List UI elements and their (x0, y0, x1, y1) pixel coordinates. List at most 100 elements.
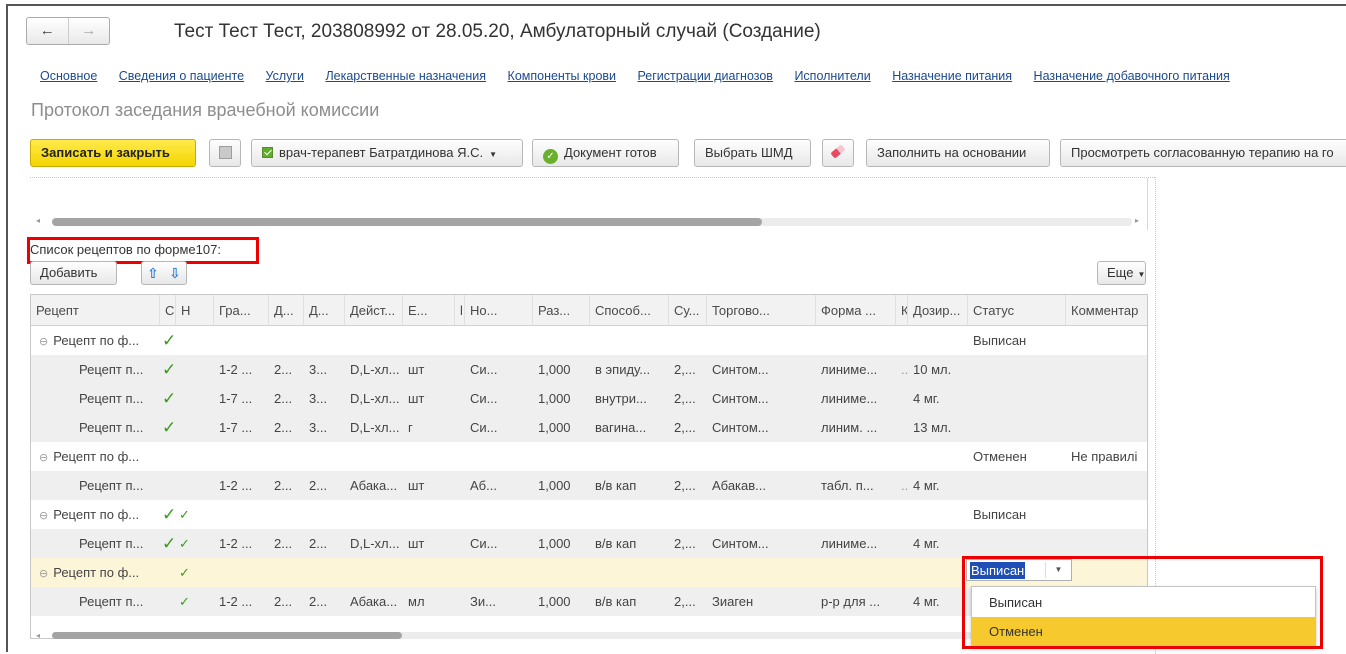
checkbox-icon[interactable] (262, 147, 273, 158)
column-header[interactable]: Гра... (214, 295, 269, 325)
scroll-left-icon[interactable]: ◂ (36, 631, 40, 640)
table-cell: в/в кап (595, 594, 637, 609)
h-scrollbar[interactable] (52, 218, 762, 226)
scroll-left-icon[interactable]: ◂ (36, 216, 40, 225)
column-header[interactable]: Н (176, 295, 214, 325)
column-header[interactable]: Дейст... (345, 295, 403, 325)
add-button[interactable]: Добавить (30, 261, 117, 285)
link-diagnoses[interactable]: Регистрации диагнозов (638, 69, 773, 83)
link-drug-prescriptions[interactable]: Лекарственные назначения (325, 69, 486, 83)
table-row[interactable]: Рецепт п... ✓ ✓ 1-2 ... 2... 2... D,L-хл... шт С… (31, 529, 1147, 558)
column-header[interactable]: Раз... (533, 295, 590, 325)
table-cell-wrap: Не правилі (1071, 442, 1147, 471)
table-cell: Рецепт п... (79, 420, 144, 435)
table-cell-wrap (674, 558, 708, 587)
link-services[interactable]: Услуги (266, 69, 304, 83)
table-cell-wrap (674, 500, 708, 529)
table-row[interactable]: Рецепт п... ✓ 1-2 ... 2... 3... D,L-хл... шт Си… (31, 355, 1147, 384)
table-row[interactable]: Рецепт п... ✓ 1-7 ... 2... 3... D,L-хл... шт Си… (31, 384, 1147, 413)
table-cell-wrap: 3... (309, 355, 346, 384)
table-cell-wrap: Си... (470, 529, 534, 558)
table-cell-wrap: ✓ (162, 355, 174, 384)
fill-based-button[interactable]: Заполнить на основании (866, 139, 1050, 167)
collapse-icon[interactable]: ⊖ (39, 452, 48, 464)
doctor-select[interactable]: врач-терапевт Батратдинова Я.С. ▼ (251, 139, 523, 167)
column-header[interactable]: Торгово... (707, 295, 816, 325)
column-header[interactable]: Дозир... (908, 295, 968, 325)
group-row[interactable]: ⊖ Рецепт по ф... ✓ ✓ Выписан (31, 500, 1147, 529)
h-scrollbar[interactable] (52, 632, 402, 639)
group-row[interactable]: ⊖ Рецепт по ф... ✓ Выписан (31, 326, 1147, 355)
table-cell-wrap (408, 558, 456, 587)
link-extra-nutrition[interactable]: Назначение добавочного питания (1034, 69, 1230, 83)
table-cell-wrap (408, 442, 456, 471)
table-cell: 2,... (674, 362, 696, 377)
table-cell-wrap (350, 326, 404, 355)
column-header[interactable]: Рецепт (31, 295, 160, 325)
table-cell-wrap (821, 558, 897, 587)
scroll-right-icon[interactable]: ▸ (1135, 216, 1139, 225)
collapse-icon[interactable]: ⊖ (39, 336, 48, 348)
link-performers[interactable]: Исполнители (794, 69, 870, 83)
table-cell-wrap (179, 442, 213, 471)
table-cell: 1,000 (538, 536, 571, 551)
table-cell: 1,000 (538, 478, 571, 493)
table-cell: 1-2 ... (219, 362, 253, 377)
table-cell-wrap: Абака... (350, 471, 404, 500)
link-nutrition[interactable]: Назначение питания (892, 69, 1012, 83)
table-cell-wrap (913, 442, 969, 471)
column-header[interactable]: К (896, 295, 908, 325)
arrow-up-icon[interactable]: ⇧ (142, 262, 164, 284)
table-cell-wrap: 1-7 ... (219, 413, 270, 442)
table-cell-wrap (538, 558, 591, 587)
table-cell: шт (408, 478, 425, 493)
table-cell: линиме... (821, 536, 878, 551)
choose-shmd-button[interactable]: Выбрать ШМД (694, 139, 811, 167)
view-therapy-button[interactable]: Просмотреть согласованную терапию на го (1060, 139, 1346, 167)
table-cell: D,L-хл... (350, 536, 400, 551)
column-header[interactable]: Су... (669, 295, 707, 325)
table-cell-wrap (460, 500, 466, 529)
check-mark-icon: ✓ (162, 389, 174, 408)
table-cell-wrap (913, 558, 969, 587)
table-cell-wrap: в/в кап (595, 587, 670, 616)
table-cell-wrap (674, 326, 708, 355)
table-cell-wrap (973, 413, 1067, 442)
table-cell-wrap: 3... (309, 413, 346, 442)
column-header[interactable]: l (455, 295, 465, 325)
doc-ready-button[interactable]: ✓ Документ готов (532, 139, 679, 167)
link-patient-info[interactable]: Сведения о пациенте (119, 69, 244, 83)
column-header[interactable]: Форма ... (816, 295, 896, 325)
collapse-icon[interactable]: ⊖ (39, 510, 48, 522)
column-header[interactable]: Д... (269, 295, 304, 325)
table-cell-wrap (901, 413, 909, 442)
column-header[interactable]: С (160, 295, 176, 325)
column-header[interactable]: Способ... (590, 295, 669, 325)
arrow-down-icon[interactable]: ⇩ (164, 262, 186, 284)
column-header[interactable]: Статус (968, 295, 1066, 325)
table-cell-wrap: 2,... (674, 471, 708, 500)
table-cell-wrap (470, 326, 534, 355)
save-icon-button[interactable] (209, 139, 241, 167)
clear-button[interactable] (822, 139, 854, 167)
link-blood-components[interactable]: Компоненты крови (508, 69, 616, 83)
table-cell-wrap: Выписан (973, 326, 1067, 355)
collapse-icon[interactable]: ⊖ (39, 568, 48, 580)
table-cell: 3... (309, 362, 328, 377)
more-button[interactable]: Еще ▼ (1097, 261, 1146, 285)
column-header[interactable]: Д... (304, 295, 345, 325)
table-cell-wrap (901, 326, 909, 355)
column-header[interactable]: Е... (403, 295, 455, 325)
save-close-button[interactable]: Записать и закрыть (30, 139, 196, 167)
table-cell-wrap: 2... (309, 529, 346, 558)
link-main[interactable]: Основное (40, 69, 97, 83)
table-row[interactable]: Рецепт п... ✓ 1-7 ... 2... 3... D,L-хл... г Си.… (31, 413, 1147, 442)
column-header[interactable]: Но... (465, 295, 533, 325)
forward-arrow-icon[interactable]: → (67, 18, 110, 44)
table-row[interactable]: Рецепт п... 1-2 ... 2... 2... Абака... шт Аб..… (31, 471, 1147, 500)
check-mark-icon: ✓ (162, 331, 174, 350)
table-cell-wrap: D,L-хл... (350, 355, 404, 384)
back-arrow-icon[interactable]: ← (27, 18, 68, 44)
column-header[interactable]: Комментар (1066, 295, 1147, 325)
group-row[interactable]: ⊖ Рецепт по ф... Отменен Не правилі (31, 442, 1147, 471)
